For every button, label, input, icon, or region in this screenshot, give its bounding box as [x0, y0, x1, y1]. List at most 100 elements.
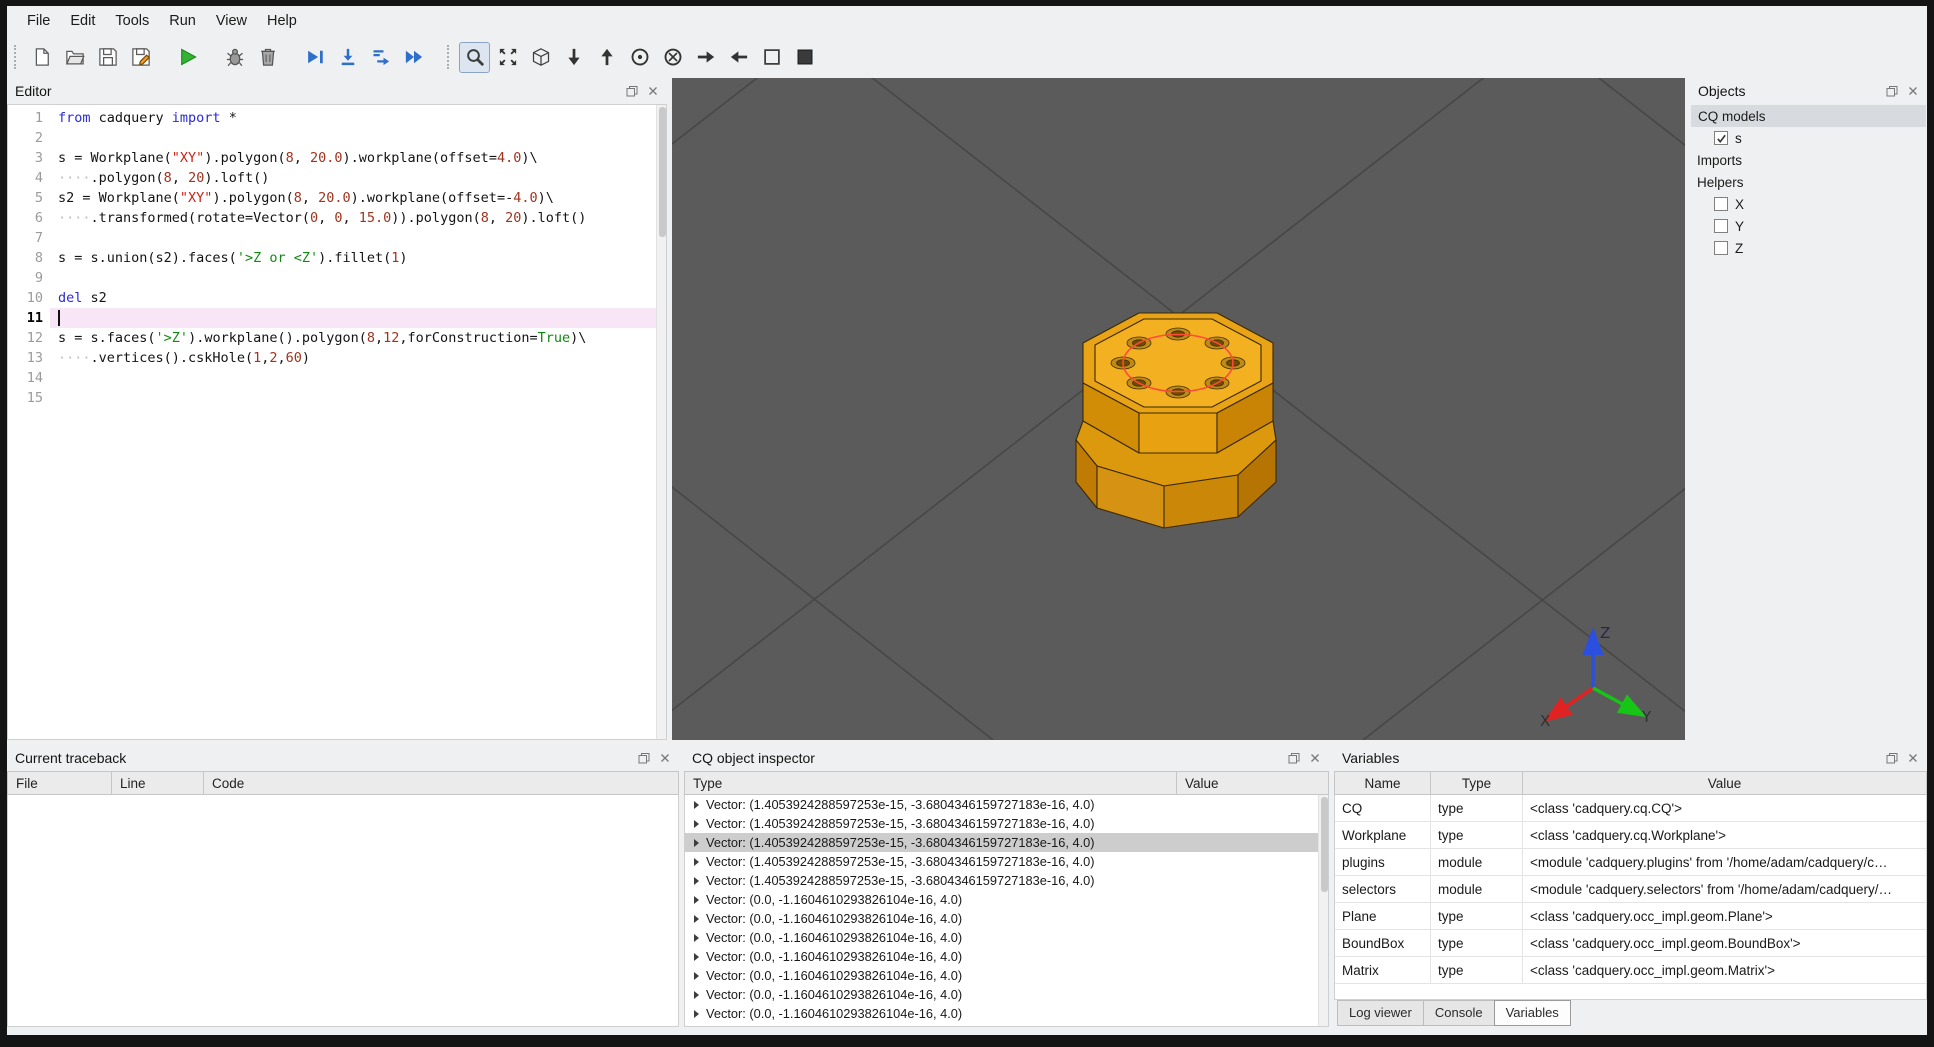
objects-item-s[interactable]: s — [1690, 127, 1927, 149]
toolbar-grip[interactable] — [14, 45, 20, 69]
inspector-row[interactable]: Vector: (1.4053924288597253e-15, -3.6804… — [685, 795, 1328, 814]
inspect-button[interactable] — [459, 41, 490, 73]
expander-icon[interactable] — [694, 800, 699, 809]
new-button[interactable] — [26, 42, 57, 73]
inspector-row[interactable]: Vector: (1.4053924288597253e-15, -3.6804… — [685, 814, 1328, 833]
objects-float-button[interactable] — [1883, 82, 1901, 100]
expander-icon[interactable] — [694, 819, 699, 828]
inspector-row[interactable]: Vector: (1.4053924288597253e-15, -3.6804… — [685, 871, 1328, 890]
continue-button[interactable] — [398, 42, 429, 73]
step-return-button[interactable] — [365, 42, 396, 73]
step-into-button[interactable] — [332, 42, 363, 73]
front-view-button[interactable] — [624, 42, 655, 73]
scrollbar-handle[interactable] — [1320, 797, 1328, 892]
variable-row[interactable]: Workplane type <class 'cadquery.cq.Workpla… — [1335, 822, 1926, 849]
viewport-3d[interactable]: Z X Y — [672, 78, 1685, 740]
traceback-float-button[interactable] — [635, 749, 653, 767]
expander-icon[interactable] — [694, 895, 699, 904]
menu-item-edit[interactable]: Edit — [60, 9, 105, 33]
variable-row[interactable]: BoundBox type <class 'cadquery.occ_impl.ge… — [1335, 930, 1926, 957]
expander-icon[interactable] — [694, 990, 699, 999]
step-button[interactable] — [299, 42, 330, 73]
inspector-row[interactable]: Vector: (0.0, -1.1604610293826104e-16, 4… — [685, 947, 1328, 966]
checkbox-x[interactable] — [1714, 197, 1728, 211]
inspector-scrollbar[interactable] — [1318, 795, 1328, 1026]
inspector-row[interactable]: Vector: (0.0, -1.1604610293826104e-16, 4… — [685, 985, 1328, 1004]
inspector-row[interactable]: Vector: (0.0, -1.1604610293826104e-16, 4… — [685, 1023, 1328, 1026]
save-as-button[interactable] — [125, 42, 156, 73]
inspector-close-button[interactable] — [1306, 749, 1324, 767]
iso-view-button[interactable] — [525, 42, 556, 73]
inspector-row[interactable]: Vector: (0.0, -1.1604610293826104e-16, 4… — [685, 966, 1328, 985]
code-line: ····.polygon(8, 20).loft() — [58, 170, 270, 186]
debug-button[interactable] — [219, 42, 250, 73]
variable-row[interactable]: CQ type <class 'cadquery.cq.CQ'> — [1335, 795, 1926, 822]
expander-icon[interactable] — [694, 876, 699, 885]
open-button[interactable] — [59, 42, 90, 73]
variables-close-button[interactable] — [1904, 749, 1922, 767]
toolbar-grip[interactable] — [447, 45, 453, 69]
variable-row[interactable]: plugins module <module 'cadquery.plugins' … — [1335, 849, 1926, 876]
objects-item-x[interactable]: X — [1690, 193, 1927, 215]
wireframe-button[interactable] — [756, 42, 787, 73]
objects-item-z[interactable]: Z — [1690, 237, 1927, 259]
menu-item-tools[interactable]: Tools — [105, 9, 159, 33]
tab-variables[interactable]: Variables — [1493, 1000, 1571, 1026]
expander-icon[interactable] — [694, 1009, 699, 1018]
save-button[interactable] — [92, 42, 123, 73]
code-editor[interactable]: 1 2 3 4 5 6 7 8 9 10 11 12 13 14 15 from cadquery impo… — [7, 104, 667, 740]
cube-icon — [531, 47, 551, 67]
inspector-row[interactable]: Vector: (0.0, -1.1604610293826104e-16, 4… — [685, 909, 1328, 928]
objects-close-button[interactable] — [1904, 82, 1922, 100]
inspector-row[interactable]: Vector: (0.0, -1.1604610293826104e-16, 4… — [685, 1004, 1328, 1023]
cad-model[interactable] — [1075, 312, 1277, 529]
inspector-row[interactable]: Vector: (1.4053924288597253e-15, -3.6804… — [685, 852, 1328, 871]
inspector-float-button[interactable] — [1285, 749, 1303, 767]
menu-item-view[interactable]: View — [206, 9, 257, 33]
inspector-row[interactable]: Vector: (0.0, -1.1604610293826104e-16, 4… — [685, 890, 1328, 909]
scrollbar-handle[interactable] — [658, 107, 666, 237]
bottom-view-button[interactable] — [591, 42, 622, 73]
tab-console[interactable]: Console — [1422, 1000, 1495, 1026]
editor-gutter: 1 2 3 4 5 6 7 8 9 10 11 12 13 14 15 — [8, 105, 50, 739]
menu-item-run[interactable]: Run — [159, 9, 206, 33]
shaded-button[interactable] — [789, 42, 820, 73]
editor-float-button[interactable] — [623, 82, 641, 100]
menu-item-help[interactable]: Help — [257, 9, 307, 33]
inspector-row[interactable]: Vector: (1.4053924288597253e-15, -3.6804… — [685, 833, 1328, 852]
fit-all-button[interactable] — [492, 42, 523, 73]
checkbox-y[interactable] — [1714, 219, 1728, 233]
editor-close-button[interactable] — [644, 82, 662, 100]
right-view-button[interactable] — [723, 42, 754, 73]
variable-row[interactable]: selectors module <module 'cadquery.selecto… — [1335, 876, 1926, 903]
editor-scrollbar[interactable] — [656, 105, 666, 739]
back-view-button[interactable] — [657, 42, 688, 73]
inspector-col-value: Value — [1185, 775, 1219, 791]
inspector-row[interactable]: Vector: (0.0, -1.1604610293826104e-16, 4… — [685, 928, 1328, 947]
objects-item-y[interactable]: Y — [1690, 215, 1927, 237]
traceback-close-button[interactable] — [656, 749, 674, 767]
delete-button[interactable] — [252, 42, 283, 73]
expander-icon[interactable] — [694, 838, 699, 847]
variables-float-button[interactable] — [1883, 749, 1901, 767]
menu-item-file[interactable]: File — [17, 9, 60, 33]
expander-icon[interactable] — [694, 914, 699, 923]
left-view-button[interactable] — [690, 42, 721, 73]
variable-row[interactable]: Plane type <class 'cadquery.occ_impl.geom.… — [1335, 903, 1926, 930]
variable-row[interactable]: Matrix type <class 'cadquery.occ_impl.geom… — [1335, 957, 1926, 984]
checkbox-s[interactable] — [1714, 131, 1728, 145]
expander-icon[interactable] — [694, 971, 699, 980]
render-button[interactable] — [172, 42, 203, 73]
checkbox-z[interactable] — [1714, 241, 1728, 255]
expander-icon[interactable] — [694, 933, 699, 942]
expander-icon[interactable] — [694, 857, 699, 866]
objects-group-helpers[interactable]: Helpers — [1690, 171, 1927, 193]
objects-group-imports[interactable]: Imports — [1690, 149, 1927, 171]
expander-icon[interactable] — [694, 952, 699, 961]
tab-log-viewer[interactable]: Log viewer — [1337, 1000, 1424, 1026]
objects-group-cq-models[interactable]: CQ models — [1691, 105, 1926, 127]
top-view-button[interactable] — [558, 42, 589, 73]
editor-code[interactable]: from cadquery import * s = Workplane("XY"… — [50, 105, 666, 739]
